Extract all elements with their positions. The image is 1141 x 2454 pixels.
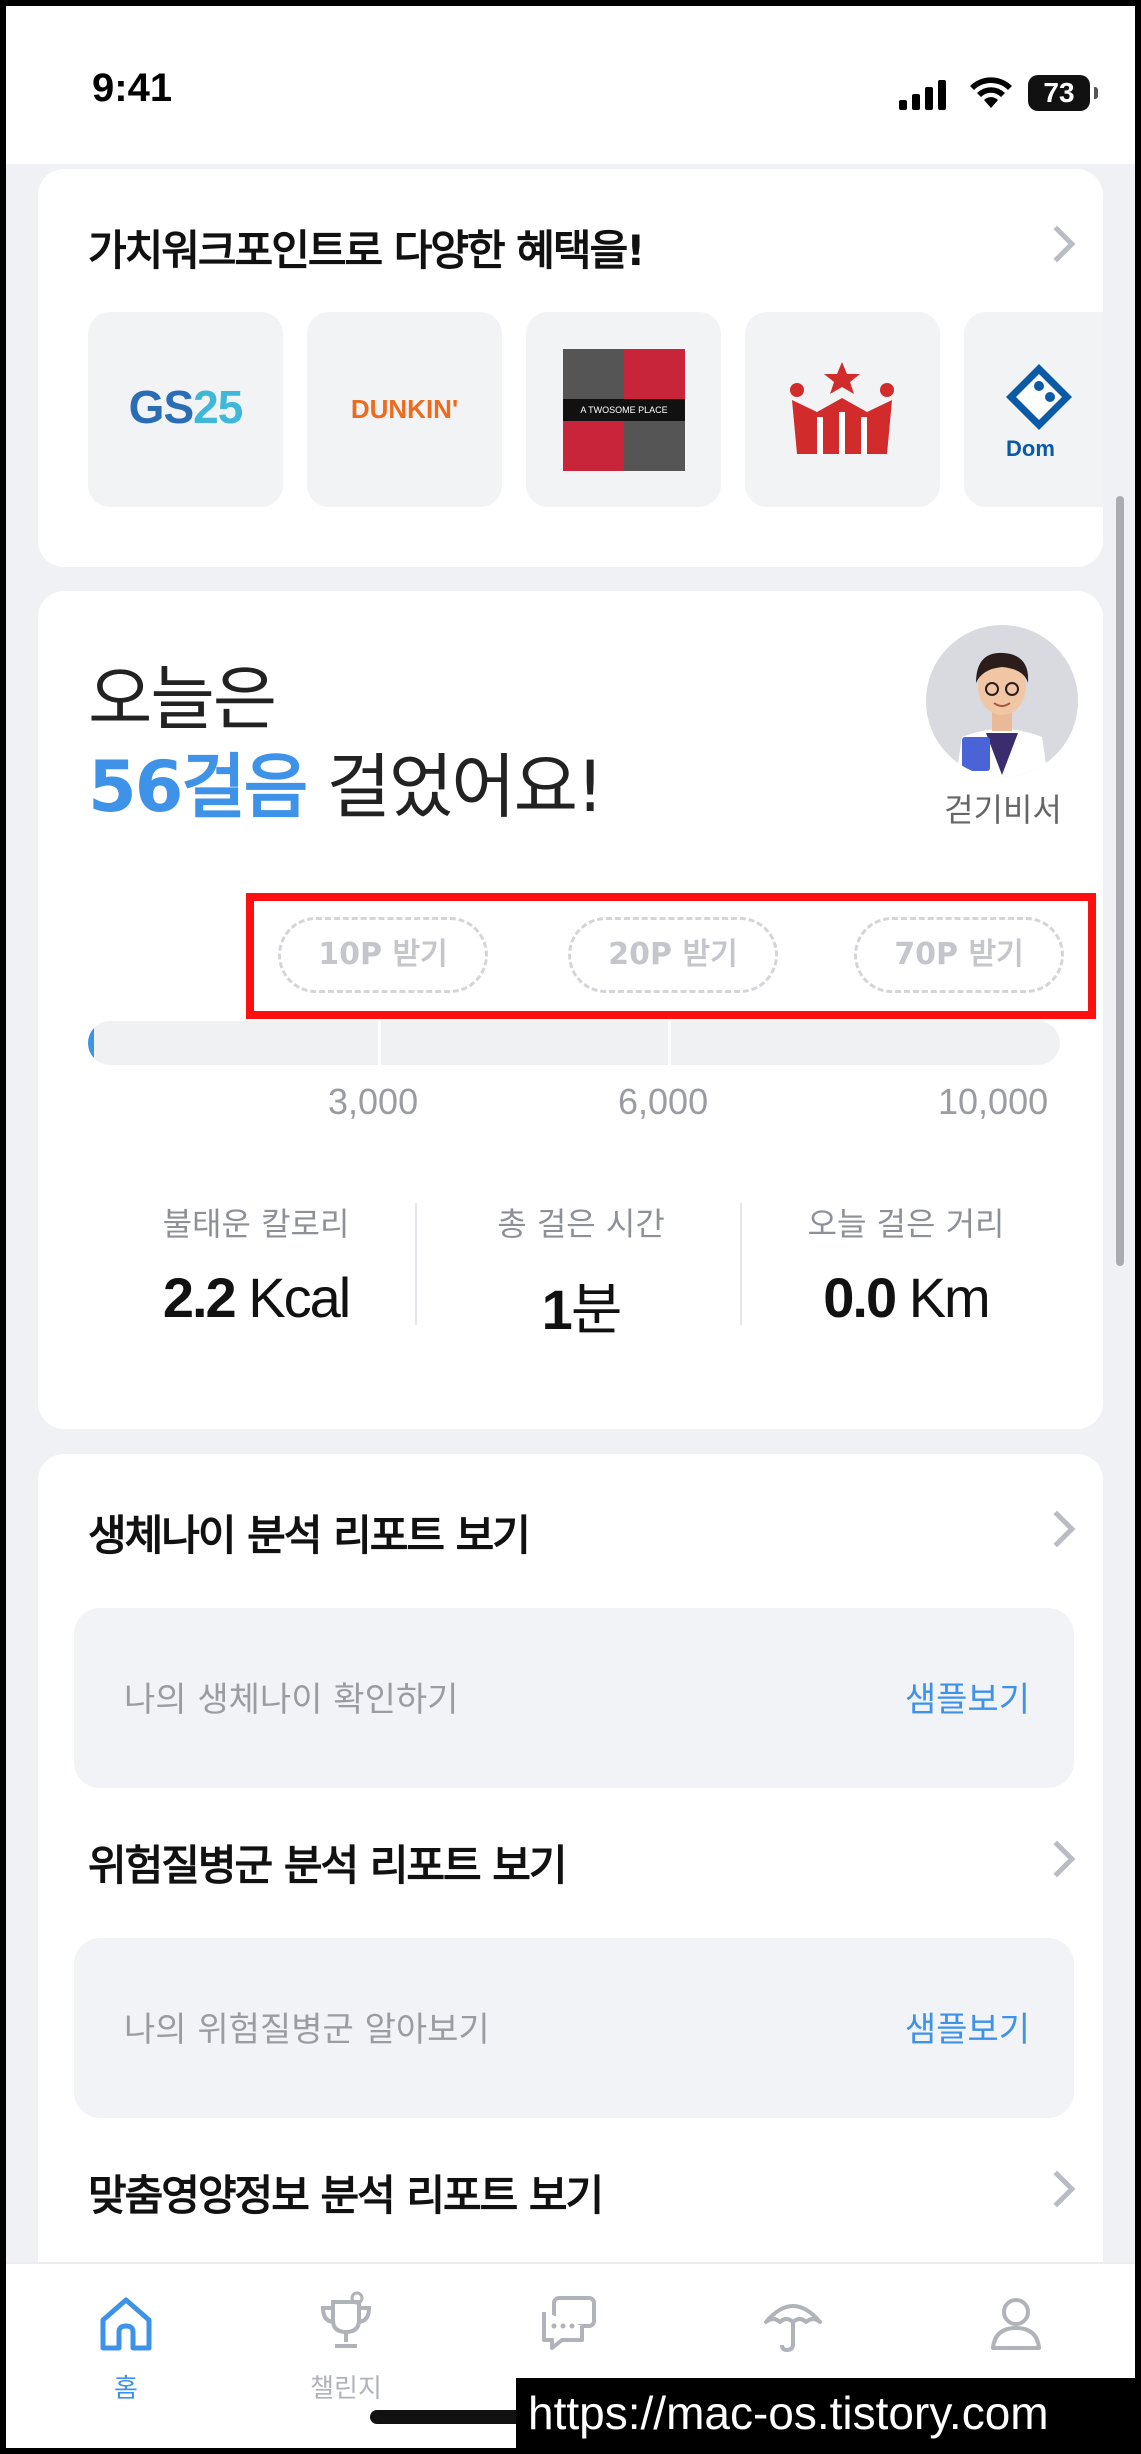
watermark-text: https://mac-os.tistory.com [516,2378,1135,2448]
report-nutrition-title[interactable]: 맞춤영양정보 분석 리포트 보기 [88,2162,604,2223]
steps-progress-bar [88,1021,1060,1065]
report-box-text: 나의 생체나이 확인하기 [124,1680,459,1720]
report-disease-risk-box[interactable]: 나의 위험질병군 알아보기 샘플보기 [74,1938,1074,2118]
brand-tile-crown[interactable] [745,312,940,507]
chevron-right-icon[interactable] [1038,1510,1076,1548]
gs25-logo: GS25 [128,381,244,433]
domino-logo-icon [1006,364,1072,430]
chevron-right-icon[interactable] [1038,2170,1076,2208]
tick-label-3000: 3,000 [328,1081,419,1122]
assistant-label: 걷기비서 [944,791,1062,829]
tick-label-6000: 6,000 [618,1081,709,1122]
today-label: 오늘은 [88,658,277,740]
divider [740,1203,742,1325]
brand-tile-gs25[interactable]: GS25 [88,312,283,507]
stat-value: 1분 [541,1278,623,1341]
divider [415,1203,417,1325]
dunkin-logo: DUNKIN' [350,394,459,424]
domino-logo-text: Dom [1006,436,1055,461]
trophy-icon [320,2291,372,2348]
highlight-annotation-box [246,893,1096,1019]
umbrella-icon [764,2304,822,2353]
home-icon [100,2297,152,2351]
stat-value: 0.0 Km [823,1266,990,1329]
steps-progress-fill [88,1021,94,1065]
benefit-card[interactable]: 가치워크포인트로 다양한 혜택을! GS25 DUNKIN' A TWOSOME… [38,169,1103,567]
status-bar: 9:41 73 [6,6,1135,164]
stat-label: 불태운 칼로리 [162,1205,350,1243]
report-box-text: 나의 위험질병군 알아보기 [124,2010,490,2050]
stat-label: 총 걸은 시간 [497,1205,665,1243]
wifi-icon [970,77,1012,108]
chevron-right-icon[interactable] [1038,225,1076,263]
report-disease-risk-title[interactable]: 위험질병군 분석 리포트 보기 [88,1832,568,1893]
brand-tile-dunkin[interactable]: DUNKIN' [307,312,502,507]
report-bio-age-box[interactable]: 나의 생체나이 확인하기 샘플보기 [74,1608,1074,1788]
report-bio-age-title[interactable]: 생체나이 분석 리포트 보기 [88,1502,531,1563]
tick-label-10000: 10,000 [938,1081,1049,1122]
chat-icon [542,2296,596,2350]
stat-distance: 오늘 걸은 거리 0.0 Km [744,1199,1068,1330]
stat-value: 2.2 Kcal [162,1266,351,1329]
tab-challenge[interactable]: 챌린지 [271,2290,421,2410]
cellular-signal-icon [899,80,946,110]
steps-suffix: 걸었어요! [306,746,604,828]
benefit-title: 가치워크포인트로 다양한 혜택을! [88,226,645,275]
progress-divider [378,1021,381,1065]
tab-label: 챌린지 [310,2374,382,2404]
tab-home[interactable]: 홈 [51,2290,201,2410]
brand-tile-domino[interactable]: Dom [964,312,1103,507]
sample-view-link[interactable]: 샘플보기 [905,2002,1030,2051]
brand-tile-twosome[interactable]: A TWOSOME PLACE [526,312,721,507]
crown-logo-icon [790,362,894,454]
steps-summary: 56걸음 걸었어요! [88,731,604,832]
steps-count: 56걸음 [88,746,308,828]
sample-view-link[interactable]: 샘플보기 [905,1672,1030,1721]
stat-label: 오늘 걸은 거리 [807,1205,1005,1243]
walking-assistant-avatar[interactable] [926,625,1078,777]
steps-card: 오늘은 56걸음 걸었어요! 걷기비서 10P 받기 20P 받기 70P 받기 [38,591,1103,1429]
chevron-right-icon[interactable] [1038,1840,1076,1878]
stat-walk-time: 총 걸은 시간 1분 [419,1199,743,1346]
battery-icon: 73 [1028,75,1098,111]
stat-calories: 불태운 칼로리 2.2 Kcal [94,1199,418,1330]
app-screen: 9:41 73 가치워크포인트로 다양한 혜택을! GS25 DUNKIN' A… [6,6,1135,2448]
status-time: 9:41 [92,66,173,110]
twosome-logo: A TWOSOME PLACE [563,349,685,471]
scrollbar[interactable] [1116,496,1124,1266]
user-icon [991,2298,1041,2350]
progress-divider [668,1021,671,1065]
tab-label: 홈 [114,2374,138,2404]
